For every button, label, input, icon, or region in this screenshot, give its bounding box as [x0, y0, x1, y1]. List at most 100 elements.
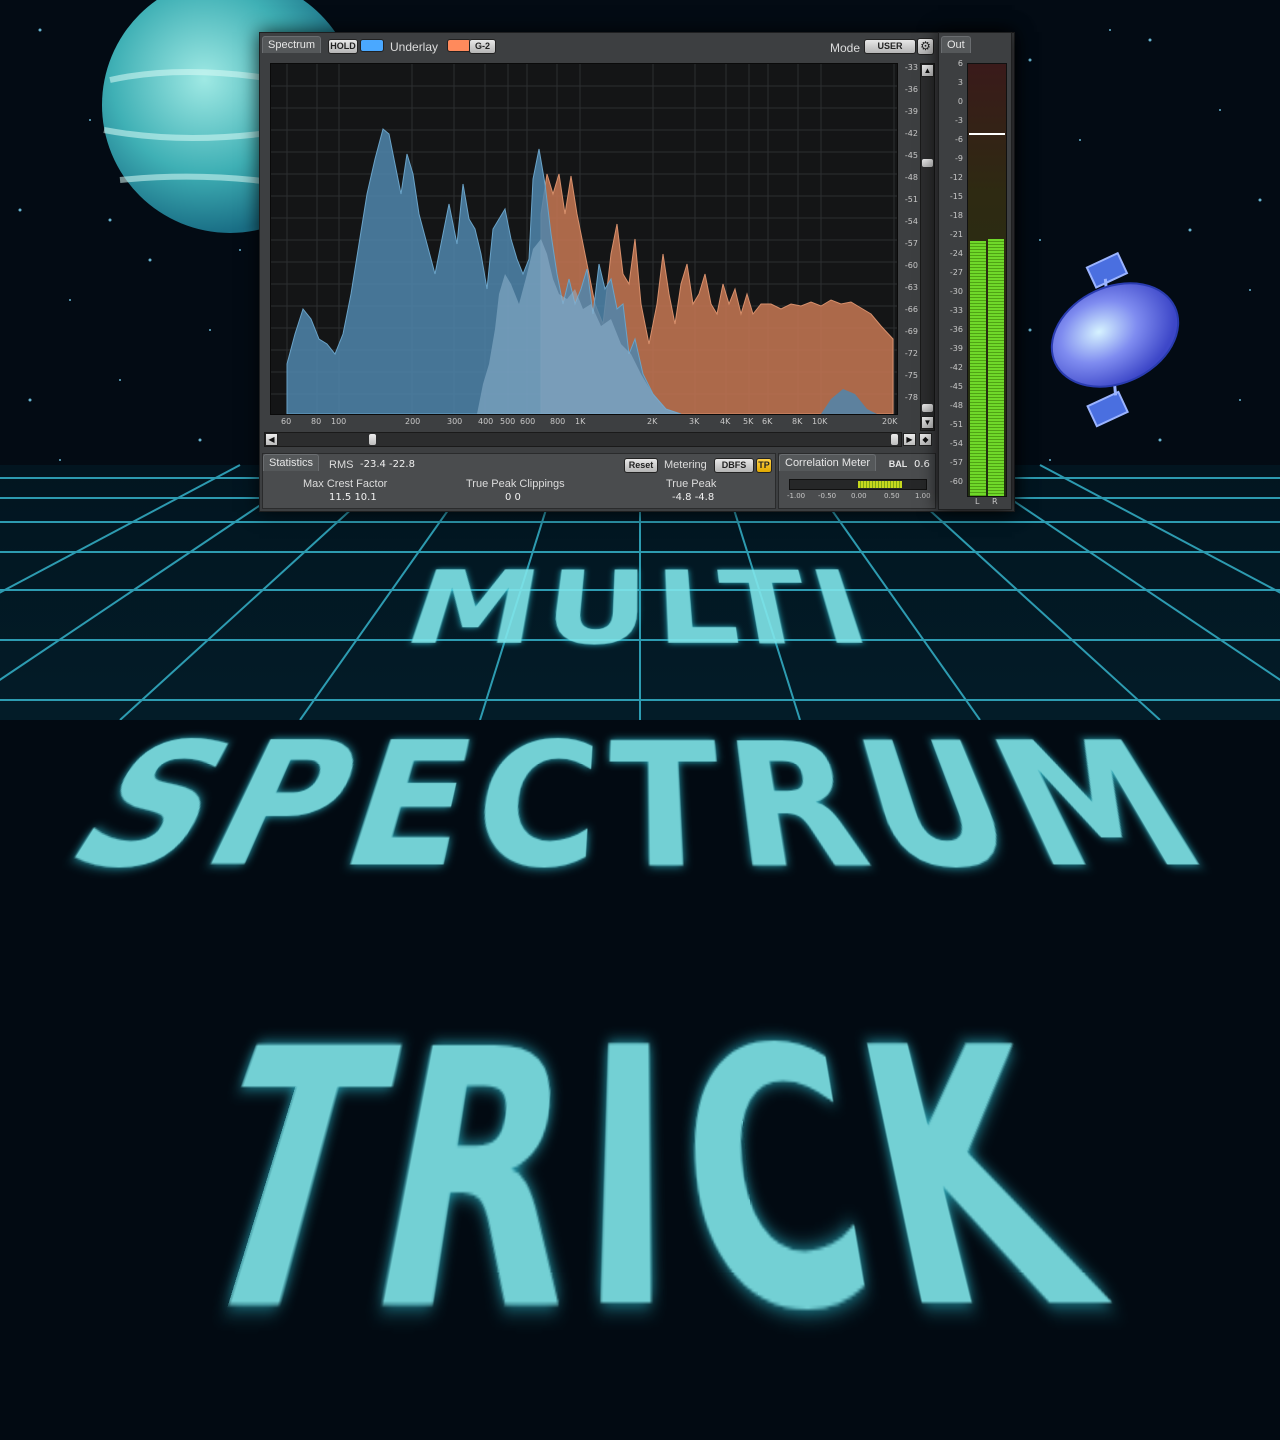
scroll-left-icon[interactable]: ◀ — [265, 433, 278, 446]
underlay-preset-button[interactable]: G-2 — [469, 39, 496, 54]
db-tick: -48 — [904, 173, 918, 182]
db-tick: -78 — [904, 393, 918, 402]
freq-tick: 500 — [500, 417, 516, 426]
freq-tick: 200 — [405, 417, 421, 426]
correlation-scale-tick: -0.50 — [818, 492, 837, 500]
db-tick: -39 — [904, 107, 918, 116]
out-db-tick: -24 — [949, 249, 963, 258]
hold-color-swatch[interactable] — [360, 39, 384, 52]
true-peak-values: -4.8 -4.8 — [672, 492, 715, 503]
out-db-tick: -45 — [949, 382, 963, 391]
true-peak-toggle[interactable]: TP — [756, 458, 772, 473]
out-db-tick: 6 — [957, 59, 963, 68]
freq-tick: 20K — [882, 417, 898, 426]
scroll-down-icon[interactable]: ▼ — [921, 416, 934, 429]
out-db-tick: -60 — [949, 477, 963, 486]
true-peak-label: True Peak — [666, 478, 717, 490]
out-db-tick: -21 — [949, 230, 963, 239]
output-meter-window: Out 6 3 0 -3 -6 -9 -12 -15 -18 -21 -24 -… — [938, 32, 1012, 510]
out-db-tick: -6 — [955, 135, 963, 144]
vertical-scrollbar[interactable]: ▲ ▼ — [920, 63, 935, 431]
db-tick: -69 — [904, 327, 918, 336]
db-tick: -51 — [904, 195, 918, 204]
settings-gear-icon[interactable]: ⚙ — [917, 38, 934, 55]
freq-tick: 3K — [689, 417, 700, 426]
frequency-axis: 60 80 100 200 300 400 500 600 800 1K 2K … — [270, 417, 898, 429]
reset-view-icon[interactable]: ◆ — [919, 433, 932, 446]
spectrum-display[interactable] — [270, 63, 898, 415]
reset-button[interactable]: Reset — [624, 458, 658, 473]
freq-tick: 800 — [550, 417, 566, 426]
spectrum-graph — [271, 64, 897, 415]
hold-button[interactable]: HOLD — [328, 39, 358, 54]
correlation-meter-panel: Correlation Meter BAL 0.6 -1.00 -0.50 0.… — [778, 453, 936, 509]
db-tick: -57 — [904, 239, 918, 248]
title-art: MULTI SPECTRUM TRICK — [23, 552, 1257, 1419]
db-tick: -45 — [904, 151, 918, 160]
output-db-scale: 6 3 0 -3 -6 -9 -12 -15 -18 -21 -24 -27 -… — [941, 59, 963, 499]
correlation-scale-tick: 0.00 — [851, 492, 867, 500]
rms-values: -23.4 -22.8 — [360, 459, 415, 470]
true-peak-clippings-values: 0 0 — [505, 492, 521, 503]
out-db-tick: -15 — [949, 192, 963, 201]
vertical-scroll-thumb[interactable] — [922, 159, 933, 167]
out-db-tick: -12 — [949, 173, 963, 182]
out-db-tick: -27 — [949, 268, 963, 277]
meter-left-label: L — [975, 497, 980, 506]
db-tick: -42 — [904, 129, 918, 138]
db-tick: -72 — [904, 349, 918, 358]
freq-tick: 6K — [762, 417, 773, 426]
max-crest-label: Max Crest Factor — [303, 478, 388, 490]
tab-statistics[interactable]: Statistics — [263, 454, 320, 471]
out-db-tick: -48 — [949, 401, 963, 410]
metering-select[interactable]: DBFS — [714, 458, 754, 473]
freq-tick: 600 — [520, 417, 536, 426]
db-scale: -33 -36 -39 -42 -45 -48 -51 -54 -57 -60 … — [896, 63, 918, 415]
scroll-right-icon[interactable]: ▶ — [903, 433, 916, 446]
mode-select[interactable]: USER — [864, 39, 916, 54]
mode-label: Mode — [830, 41, 861, 55]
freq-tick: 8K — [792, 417, 803, 426]
correlation-indicator — [858, 481, 902, 488]
out-db-tick: -33 — [949, 306, 963, 315]
tab-spectrum[interactable]: Spectrum — [262, 36, 322, 53]
metering-label: Metering — [664, 459, 707, 471]
out-db-tick: 0 — [957, 97, 963, 106]
out-db-tick: -9 — [955, 154, 963, 163]
out-db-tick: -39 — [949, 344, 963, 353]
out-db-tick: -18 — [949, 211, 963, 220]
underlay-color-swatch[interactable] — [447, 39, 471, 52]
horizontal-range-end-handle[interactable] — [891, 434, 898, 445]
out-db-tick: -30 — [949, 287, 963, 296]
spectrum-analyzer-plugin: Spectrum HOLD Underlay G-2 Mode USER ⚙ -… — [259, 32, 1015, 512]
tab-correlation-meter[interactable]: Correlation Meter — [779, 454, 876, 471]
vertical-range-marker[interactable] — [922, 404, 933, 412]
horizontal-scrollbar[interactable]: ◀ — [264, 432, 902, 447]
bal-label: BAL — [888, 459, 908, 469]
freq-tick: 10K — [812, 417, 828, 426]
freq-tick: 60 — [281, 417, 292, 426]
correlation-scale-tick: 0.50 — [884, 492, 900, 500]
db-tick: -75 — [904, 371, 918, 380]
freq-tick: 1K — [575, 417, 586, 426]
peak-hold-line — [969, 132, 1005, 135]
correlation-scale-tick: 1.00 — [915, 492, 931, 500]
freq-tick: 2K — [647, 417, 658, 426]
true-peak-clippings-label: True Peak Clippings — [466, 478, 565, 490]
scroll-up-icon[interactable]: ▲ — [921, 64, 934, 77]
max-crest-values: 11.5 10.1 — [329, 492, 377, 503]
out-db-tick: -36 — [949, 325, 963, 334]
out-db-tick: -51 — [949, 420, 963, 429]
freq-tick: 100 — [331, 417, 347, 426]
freq-tick: 80 — [311, 417, 322, 426]
freq-tick: 400 — [478, 417, 494, 426]
tab-out[interactable]: Out — [941, 36, 971, 53]
bal-value: 0.6 — [914, 459, 930, 470]
out-db-tick: -3 — [955, 116, 963, 125]
correlation-bar — [789, 479, 927, 490]
underlay-label: Underlay — [390, 40, 439, 54]
freq-tick: 4K — [720, 417, 731, 426]
output-level-meter — [967, 63, 1007, 497]
horizontal-range-start-handle[interactable] — [369, 434, 376, 445]
freq-tick: 300 — [447, 417, 463, 426]
